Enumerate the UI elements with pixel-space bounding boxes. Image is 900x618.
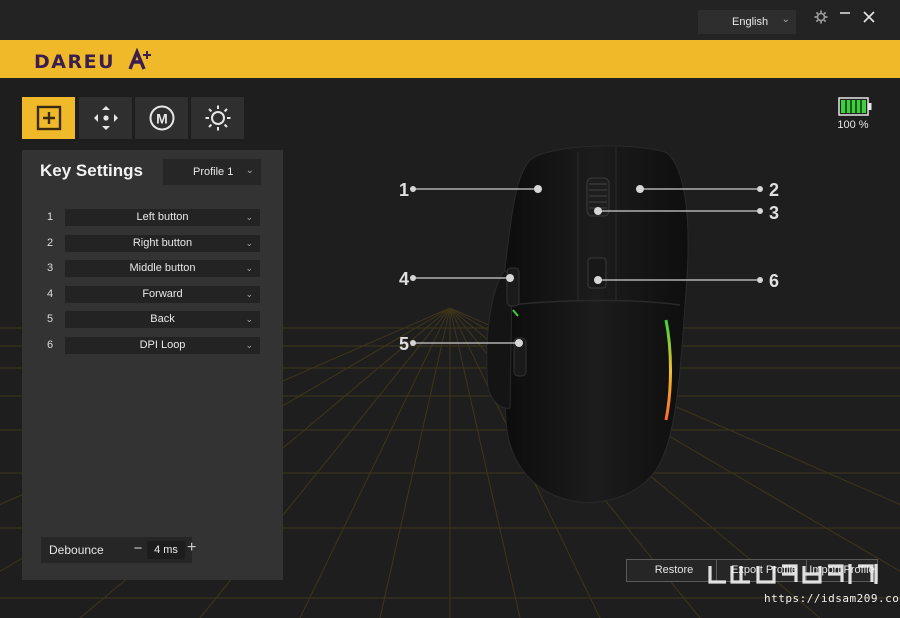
debounce-label: Debounce bbox=[49, 543, 104, 557]
tab-light[interactable] bbox=[191, 97, 244, 139]
key-assign-select-6[interactable]: DPI Loop ⌄ bbox=[65, 337, 260, 354]
key-assign-select-4[interactable]: Forward ⌄ bbox=[65, 286, 260, 303]
svg-text:DAREU: DAREU bbox=[34, 51, 115, 73]
tab-key-settings[interactable] bbox=[22, 97, 75, 139]
key-number: 1 bbox=[47, 211, 54, 223]
callout-3: 3 bbox=[769, 203, 779, 223]
debounce-decrease-button[interactable]: − bbox=[132, 540, 144, 557]
callout-2: 2 bbox=[769, 180, 779, 200]
minimize-button[interactable] bbox=[834, 4, 856, 26]
settings-button[interactable] bbox=[810, 6, 832, 28]
tab-macro[interactable]: M bbox=[135, 97, 188, 139]
chevron-down-icon: ⌄ bbox=[245, 263, 253, 273]
language-select[interactable]: English ⌄ bbox=[698, 10, 796, 34]
brand-bar: DAREU bbox=[0, 40, 900, 78]
battery-label: 100 % bbox=[837, 119, 869, 131]
light-icon bbox=[205, 105, 230, 131]
key-assign-select-3[interactable]: Middle button ⌄ bbox=[65, 260, 260, 277]
minimize-icon bbox=[840, 12, 850, 14]
chevron-down-icon: ⌄ bbox=[245, 289, 253, 299]
key-row-5: 5 Back ⌄ bbox=[22, 311, 283, 329]
chevron-down-icon: ⌄ bbox=[245, 314, 253, 324]
watermark-text: https://idsam209.com bbox=[764, 592, 900, 605]
key-number: 3 bbox=[47, 262, 54, 274]
svg-text:M: M bbox=[156, 111, 168, 127]
profile-select[interactable]: Profile 1 ⌄ bbox=[163, 159, 261, 185]
mouse-forward-button bbox=[506, 267, 520, 307]
debounce-value: 4 ms bbox=[147, 541, 185, 559]
chevron-down-icon: ⌄ bbox=[245, 238, 253, 248]
macro-icon: M bbox=[149, 105, 174, 131]
chevron-down-icon: ⌄ bbox=[781, 14, 790, 25]
key-assign-value: Forward bbox=[142, 288, 183, 300]
close-icon bbox=[863, 11, 875, 23]
key-row-3: 3 Middle button ⌄ bbox=[22, 260, 283, 278]
mouse-illustration: 1 2 3 4 6 5 bbox=[399, 145, 779, 503]
language-value: English bbox=[732, 16, 769, 28]
key-row-6: 6 DPI Loop ⌄ bbox=[22, 337, 283, 355]
key-assign-value: DPI Loop bbox=[139, 339, 186, 351]
key-number: 5 bbox=[47, 313, 54, 325]
key-assign-value: Right button bbox=[132, 237, 193, 249]
callout-1: 1 bbox=[399, 180, 409, 200]
gear-icon bbox=[814, 10, 828, 24]
panel-title: Key Settings bbox=[40, 161, 143, 180]
callout-5: 5 bbox=[399, 334, 409, 354]
key-assign-value: Left button bbox=[136, 211, 189, 223]
profile-value: Profile 1 bbox=[193, 166, 234, 178]
key-settings-icon bbox=[36, 105, 61, 131]
title-bar: English ⌄ bbox=[0, 0, 900, 40]
chevron-down-icon: ⌄ bbox=[245, 340, 253, 350]
key-assign-select-1[interactable]: Left button ⌄ bbox=[65, 209, 260, 226]
key-row-1: 1 Left button ⌄ bbox=[22, 209, 283, 227]
key-number: 4 bbox=[47, 288, 54, 300]
key-assign-select-2[interactable]: Right button ⌄ bbox=[65, 235, 260, 252]
debounce-control: Debounce − 4 ms + bbox=[41, 537, 196, 563]
key-assign-value: Back bbox=[150, 313, 175, 325]
tab-dpi[interactable] bbox=[79, 97, 132, 139]
key-row-4: 4 Forward ⌄ bbox=[22, 286, 283, 304]
key-row-2: 2 Right button ⌄ bbox=[22, 235, 283, 253]
key-assign-value: Middle button bbox=[129, 262, 196, 274]
dpi-icon bbox=[93, 106, 118, 130]
key-assign-select-5[interactable]: Back ⌄ bbox=[65, 311, 260, 328]
callout-4: 4 bbox=[399, 269, 409, 289]
close-button[interactable] bbox=[858, 6, 880, 28]
callout-6: 6 bbox=[769, 271, 779, 291]
dareu-logo: DAREU bbox=[34, 48, 151, 73]
key-settings-panel: Key Settings Profile 1 ⌄ 1 Left button ⌄… bbox=[22, 150, 283, 580]
chevron-down-icon: ⌄ bbox=[245, 165, 254, 176]
debounce-increase-button[interactable]: + bbox=[187, 539, 196, 557]
chevron-down-icon: ⌄ bbox=[245, 212, 253, 222]
key-number: 2 bbox=[47, 237, 54, 249]
key-number: 6 bbox=[47, 339, 54, 351]
